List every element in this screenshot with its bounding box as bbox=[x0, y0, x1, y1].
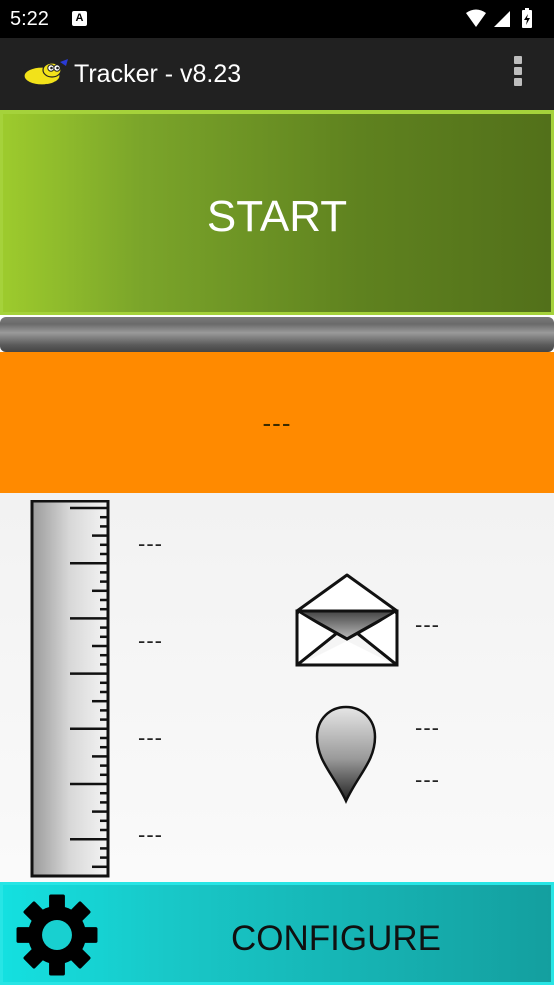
status-icons bbox=[464, 7, 544, 36]
map-pin-icon bbox=[314, 705, 378, 810]
location-value-2: --- bbox=[415, 767, 440, 792]
ruler-value-3: --- bbox=[138, 725, 163, 750]
tracker-logo-icon bbox=[20, 56, 70, 95]
ruler-icon bbox=[30, 499, 112, 883]
start-button-label: START bbox=[206, 192, 348, 241]
separator-bar bbox=[0, 317, 554, 352]
signal-icon bbox=[494, 11, 510, 27]
location-value-1: --- bbox=[415, 715, 440, 740]
messages-value: --- bbox=[415, 612, 440, 637]
ruler-value-4: --- bbox=[138, 822, 163, 847]
status-time: 5:22 bbox=[10, 8, 49, 30]
status-panel: --- bbox=[0, 352, 554, 493]
battery-icon bbox=[522, 8, 532, 28]
system-status-bar: 5:22 A bbox=[0, 0, 554, 38]
app-title: Tracker - v8.23 bbox=[74, 60, 242, 88]
configure-button[interactable]: CONFIGURE bbox=[0, 882, 554, 985]
stats-area: --- --- --- --- --- --- --- bbox=[0, 493, 554, 882]
ruler-value-1: --- bbox=[138, 531, 163, 556]
overflow-menu-icon[interactable] bbox=[510, 56, 526, 94]
notification-icon: A bbox=[72, 11, 87, 26]
envelope-icon bbox=[295, 573, 399, 674]
app-bar: Tracker - v8.23 bbox=[0, 38, 554, 110]
start-button[interactable]: START bbox=[0, 110, 554, 315]
configure-button-label: CONFIGURE bbox=[231, 919, 441, 958]
status-value: --- bbox=[262, 408, 292, 438]
wifi-icon bbox=[466, 9, 486, 27]
ruler-value-2: --- bbox=[138, 628, 163, 653]
gear-icon bbox=[13, 891, 101, 984]
